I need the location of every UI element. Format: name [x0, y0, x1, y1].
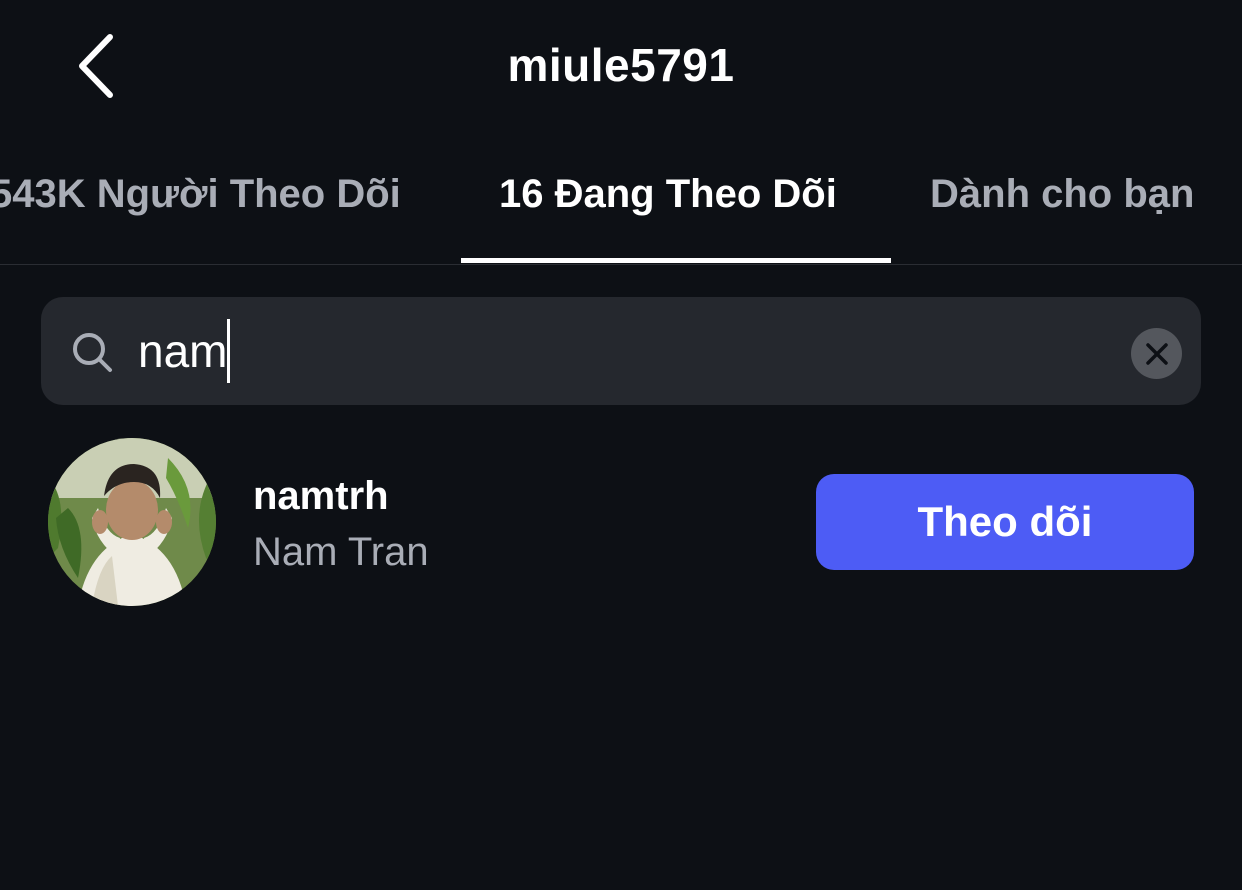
- active-tab-indicator: [461, 258, 891, 263]
- close-icon: [1145, 342, 1168, 365]
- header: miule5791: [0, 0, 1242, 136]
- tab-for-you[interactable]: Dành cho bạn: [930, 172, 1194, 217]
- text-cursor: [227, 319, 231, 383]
- username[interactable]: namtrh: [253, 474, 389, 519]
- avatar[interactable]: [48, 438, 216, 606]
- list-item[interactable]: namtrh Nam Tran Theo dõi: [0, 430, 1242, 614]
- search-input[interactable]: nam: [138, 318, 231, 384]
- tab-bar: 543K Người Theo Dõi 16 Đang Theo Dõi Dàn…: [0, 140, 1242, 265]
- tab-following[interactable]: 16 Đang Theo Dõi: [499, 172, 837, 217]
- search-input-value: nam: [138, 325, 228, 377]
- following-screen: miule5791 543K Người Theo Dõi 16 Đang Th…: [0, 0, 1242, 890]
- clear-search-button[interactable]: [1131, 328, 1182, 379]
- page-title: miule5791: [507, 39, 735, 91]
- follow-button[interactable]: Theo dõi: [816, 474, 1194, 570]
- tab-followers[interactable]: 543K Người Theo Dõi: [0, 172, 401, 217]
- search-icon: [73, 333, 112, 372]
- display-name: Nam Tran: [253, 530, 429, 574]
